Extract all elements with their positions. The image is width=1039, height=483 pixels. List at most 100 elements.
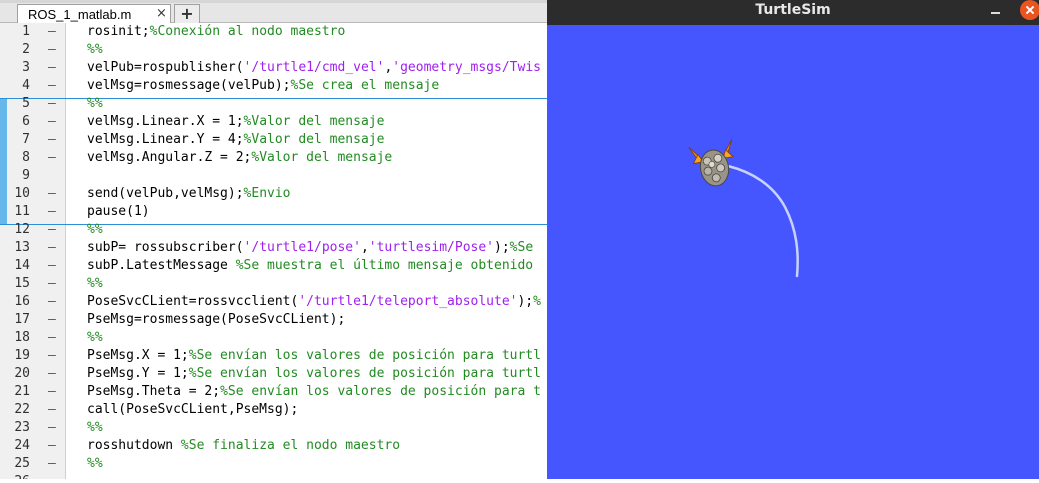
code-line[interactable]: 25 –%% bbox=[0, 455, 548, 473]
line-number: 10 bbox=[14, 186, 30, 201]
line-marker: – bbox=[48, 438, 56, 453]
line-code: %% bbox=[87, 420, 103, 435]
line-number: 18 bbox=[14, 330, 30, 345]
code-line[interactable]: 6 – velMsg.Linear.X = 1;%Valor del mensaje bbox=[0, 113, 548, 131]
line-number: 3 bbox=[22, 60, 30, 75]
line-marker: – bbox=[48, 276, 56, 291]
line-marker: – bbox=[48, 96, 56, 111]
line-code: subP= rossubscriber('/turtle1/pose','tur… bbox=[87, 240, 533, 255]
line-code: velMsg.Angular.Z = 2;%Valor del mensaje bbox=[87, 150, 392, 165]
code-line[interactable]: 8 – velMsg.Angular.Z = 2;%Valor del mensaj… bbox=[0, 149, 548, 167]
line-code: %% bbox=[87, 96, 103, 111]
line-number: 6 bbox=[22, 114, 30, 129]
code-token: ); bbox=[517, 294, 534, 309]
code-line[interactable]: 19 – PseMsg.X = 1;%Se envían los valores d… bbox=[0, 347, 548, 365]
code-line[interactable]: 12 –%% bbox=[0, 221, 548, 239]
code-comment: %Envio bbox=[243, 186, 291, 201]
code-line[interactable]: 22 – call(PoseSvcCLient,PseMsg); bbox=[0, 401, 548, 419]
code-line[interactable]: 26 bbox=[0, 473, 548, 479]
code-comment: %% bbox=[87, 222, 103, 237]
matlab-editor: ROS_1_matlab.m × + 1 – rosinit;%Conexión a… bbox=[0, 0, 548, 479]
line-number: 16 bbox=[14, 294, 30, 309]
line-code: %% bbox=[87, 42, 103, 57]
code-line[interactable]: 17 – PseMsg=rosmessage(PoseSvcCLient); bbox=[0, 311, 548, 329]
line-number: 2 bbox=[22, 42, 30, 57]
code-string: 'turtlesim/Pose' bbox=[368, 240, 495, 255]
code-line[interactable]: 20 – PseMsg.Y = 1;%Se envían los valores d… bbox=[0, 365, 548, 383]
line-marker: – bbox=[48, 204, 56, 219]
file-tab-label: ROS_1_matlab.m bbox=[28, 7, 132, 22]
code-token: pause(1) bbox=[87, 204, 150, 219]
line-code: %% bbox=[87, 456, 103, 471]
code-string: '/turtle1/cmd_vel' bbox=[243, 60, 385, 75]
code-line[interactable]: 7 – velMsg.Linear.Y = 4;%Valor del mensaje bbox=[0, 131, 548, 149]
line-number: 11 bbox=[14, 204, 30, 219]
line-code: subP.LatestMessage %Se muestra el último… bbox=[87, 258, 533, 273]
code-line[interactable]: 4 – velMsg=rosmessage(velPub);%Se crea el … bbox=[0, 77, 548, 95]
code-comment: %Se muestra el último mensaje obtenido bbox=[235, 258, 534, 273]
code-line[interactable]: 18 –%% bbox=[0, 329, 548, 347]
code-string: 'geometry_msgs/Twis bbox=[392, 60, 541, 75]
turtlesim-titlebar[interactable]: TurtleSim bbox=[547, 0, 1039, 25]
line-marker: – bbox=[48, 456, 56, 471]
code-token: velMsg.Linear.Y = 4; bbox=[87, 132, 244, 147]
code-comment: %% bbox=[87, 420, 103, 435]
line-number: 7 bbox=[22, 132, 30, 147]
line-code: rosshutdown %Se finaliza el nodo maestro bbox=[87, 438, 400, 453]
line-code: velMsg.Linear.Y = 4;%Valor del mensaje bbox=[87, 132, 384, 147]
code-token: PseMsg.X = 1; bbox=[87, 348, 189, 363]
line-number: 26 bbox=[0, 474, 30, 479]
code-area[interactable]: 1 – rosinit;%Conexión al nodo maestro 2 –%% 3… bbox=[0, 23, 548, 479]
line-marker: – bbox=[48, 384, 56, 399]
code-comment: %Se envían los valores de posición para … bbox=[188, 348, 541, 363]
code-token: rosinit; bbox=[87, 24, 150, 39]
code-comment: %Valor del mensaje bbox=[243, 132, 385, 147]
close-icon[interactable] bbox=[1020, 0, 1039, 20]
line-marker: – bbox=[48, 330, 56, 345]
line-marker: – bbox=[48, 258, 56, 273]
line-marker: – bbox=[48, 402, 56, 417]
turtle-trail bbox=[726, 164, 799, 278]
code-comment: %Se bbox=[509, 240, 534, 255]
code-line[interactable]: 3 – velPub=rospublisher('/turtle1/cmd_vel'… bbox=[0, 59, 548, 77]
line-number: 12 bbox=[14, 222, 30, 237]
code-line[interactable]: 11 – pause(1) bbox=[0, 203, 548, 221]
line-code: velPub=rospublisher('/turtle1/cmd_vel','… bbox=[87, 60, 541, 75]
code-line[interactable]: 14 – subP.LatestMessage %Se muestra el últ… bbox=[0, 257, 548, 275]
code-line[interactable]: 16 – PoseSvcCLient=rossvcclient('/turtle1/… bbox=[0, 293, 548, 311]
line-code: PseMsg=rosmessage(PoseSvcCLient); bbox=[87, 312, 345, 327]
line-marker: – bbox=[48, 132, 56, 147]
code-string: '/turtle1/teleport_absolute' bbox=[298, 294, 518, 309]
file-tab[interactable]: ROS_1_matlab.m × bbox=[17, 4, 171, 23]
line-marker: – bbox=[48, 60, 56, 75]
add-tab-button[interactable]: + bbox=[174, 4, 200, 23]
tab-bar-top-strip bbox=[0, 0, 548, 3]
code-line[interactable]: 10 – send(velPub,velMsg);%Envio bbox=[0, 185, 548, 203]
code-line[interactable]: 15 –%% bbox=[0, 275, 548, 293]
code-comment: %% bbox=[87, 456, 103, 471]
code-line[interactable]: 2 –%% bbox=[0, 41, 548, 59]
code-line[interactable]: 9 bbox=[0, 167, 548, 185]
code-token: , bbox=[360, 240, 369, 255]
line-marker: – bbox=[48, 240, 56, 255]
code-line[interactable]: 1 – rosinit;%Conexión al nodo maestro bbox=[0, 23, 548, 41]
line-number: 23 bbox=[14, 420, 30, 435]
close-tab-icon[interactable]: × bbox=[156, 6, 167, 21]
code-token: velMsg.Linear.X = 1; bbox=[87, 114, 244, 129]
code-line[interactable]: 23 –%% bbox=[0, 419, 548, 437]
line-code: %% bbox=[87, 330, 103, 345]
line-marker: – bbox=[48, 420, 56, 435]
line-marker: – bbox=[48, 294, 56, 309]
code-token: velMsg=rosmessage(velPub); bbox=[87, 78, 291, 93]
code-line[interactable]: 24 – rosshutdown %Se finaliza el nodo maes… bbox=[0, 437, 548, 455]
code-line[interactable]: 21 – PseMsg.Theta = 2;%Se envían los valor… bbox=[0, 383, 548, 401]
code-line[interactable]: 5 –%% bbox=[0, 95, 548, 113]
line-code: velMsg=rosmessage(velPub);%Se crea el me… bbox=[87, 78, 439, 93]
code-token: PseMsg.Y = 1; bbox=[87, 366, 189, 381]
line-marker: – bbox=[48, 348, 56, 363]
minimize-icon[interactable] bbox=[989, 1, 1003, 21]
line-number: 1 bbox=[22, 24, 30, 39]
code-line[interactable]: 13 – subP= rossubscriber('/turtle1/pose','… bbox=[0, 239, 548, 257]
line-marker: – bbox=[48, 150, 56, 165]
line-marker: – bbox=[48, 78, 56, 93]
